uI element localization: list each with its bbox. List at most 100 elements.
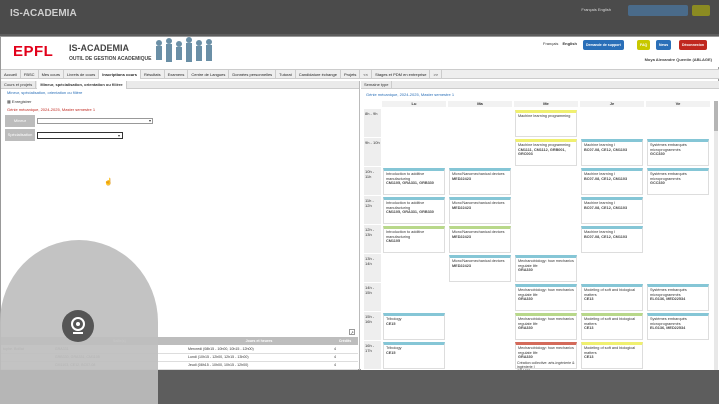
event-title: Mechanobiology: how mechanics regulate l… — [518, 346, 574, 355]
timetable-event[interactable]: Micro/Nanomechanical devices MED22423 — [449, 226, 511, 253]
mouse-cursor: ☝ — [104, 179, 113, 186]
event-rooms: MED22423 — [452, 205, 471, 210]
table-cell: 4 — [332, 353, 358, 362]
timetable-scrollbar[interactable] — [714, 101, 718, 371]
nav-tab[interactable]: Livrets de cours — [64, 70, 100, 79]
timetable-event[interactable]: Micro/Nanomechanical devices MED22423 — [449, 168, 511, 195]
timetable-event[interactable]: Modeling of soft and biological matters C… — [581, 284, 643, 311]
nav-tab[interactable]: Mes cours — [39, 70, 65, 79]
support-button[interactable]: Demande de support — [583, 40, 624, 50]
timetable-event[interactable]: Modeling of soft and biological matters C… — [581, 313, 643, 340]
save-label: Enregistrer — [11, 99, 32, 104]
table-cell: Jeudi (08h15 - 10h00, 10h15 - 12h00) — [186, 361, 333, 370]
nav-tab[interactable]: << — [360, 70, 373, 79]
event-rooms: BC07-08, CE12, CM1103 — [584, 147, 628, 152]
crowd-banner-image — [156, 37, 212, 62]
hour-label: 10h - 11h — [364, 167, 381, 196]
hour-label: 16h - 17h — [364, 341, 381, 370]
event-title: Systèmes embarqués microprogrammés — [650, 288, 687, 297]
expand-icon[interactable]: ↗ — [349, 329, 355, 335]
webcam-icon[interactable] — [62, 310, 94, 342]
logout-label: Déconnexion — [682, 43, 704, 47]
tab-cours-projets[interactable]: Cours et projets — [1, 81, 37, 89]
event-title: Introduction to additive manufacturing — [386, 172, 425, 181]
webcam-overlay — [0, 240, 158, 404]
table-cell: 4 — [332, 345, 358, 354]
nav-tab[interactable]: Tutorat — [276, 70, 296, 79]
timetable-event[interactable]: Introduction to additive manufacturing CM… — [383, 226, 445, 253]
day-header: Me — [514, 101, 578, 107]
epfl-logo[interactable]: EPFL — [13, 43, 53, 60]
timetable-event[interactable]: Modeling of soft and biological matters C… — [581, 342, 643, 369]
timetable-event[interactable]: Micro/Nanomechanical devices MED22423 — [449, 197, 511, 224]
nav-tab[interactable]: Résultats — [141, 70, 165, 79]
left-program: Génie mécanique, 2024-2025, Master semes… — [7, 107, 96, 112]
nav-tab[interactable]: Inscriptions cours — [99, 70, 141, 79]
mineur-select[interactable]: ▾ — [37, 118, 153, 124]
timetable-event[interactable]: Introduction to additive manufacturing CM… — [383, 197, 445, 224]
mineur-row: Mineur ▾ — [5, 115, 155, 127]
logout-button[interactable]: Déconnexion — [679, 40, 707, 50]
faq-button[interactable]: FAQ — [637, 40, 651, 50]
timetable-event[interactable]: Systèmes embarqués microprogrammés GCC330 — [647, 168, 709, 195]
background-faq-button — [692, 5, 710, 16]
nav-tab[interactable]: Candidature échange — [296, 70, 341, 79]
timetable-event[interactable]: Machine learning I BC07-08, CE12, CM1103 — [581, 139, 643, 166]
nav-tab[interactable]: Données personnelles — [229, 70, 277, 79]
news-button[interactable]: News — [656, 40, 672, 50]
save-link[interactable]: ▦ Enregistrer — [1, 96, 359, 107]
nav-tab[interactable]: FBSC — [21, 70, 39, 79]
nav-tab[interactable]: Projets — [341, 70, 361, 79]
nav-tab[interactable]: Accueil — [1, 70, 21, 79]
timetable-event[interactable]: Systèmes embarqués microprogrammés ELG136… — [647, 284, 709, 311]
event-rooms: CM1105, GRA331, GRB330 — [386, 210, 434, 215]
timetable-event[interactable]: Introduction to additive manufacturing CM… — [383, 168, 445, 195]
event-title: Mechanobiology: how mechanics regulate l… — [518, 288, 574, 297]
timetable-event[interactable]: Tribology CE15 — [383, 313, 445, 340]
lang-fr[interactable]: Français — [543, 41, 558, 46]
nav-tab[interactable]: Stages et PDM en entreprise — [372, 70, 431, 79]
scrollbar-thumb[interactable] — [714, 101, 718, 131]
event-rooms: MED22423 — [452, 263, 471, 268]
timetable-event[interactable]: Machine learning I BC07-08, CE12, CM1103 — [581, 197, 643, 224]
specialisation-label: Spécialisation — [5, 129, 35, 141]
event-title: Systèmes embarqués microprogrammés — [650, 172, 687, 181]
timetable-event[interactable]: Mechanobiology: how mechanics regulate l… — [515, 255, 577, 282]
timetable-event[interactable]: Tribology CE15 — [383, 342, 445, 369]
chevron-down-icon: ▾ — [117, 133, 120, 138]
event-rooms: ELG136, MED22534 — [650, 326, 686, 331]
day-header: Je — [580, 101, 644, 107]
event-title: Modeling of soft and biological matters — [584, 288, 636, 297]
event-title: Mechanobiology: how mechanics regulate l… — [518, 317, 574, 326]
timetable-event[interactable]: Micro/Nanomechanical devices MED22423 — [449, 255, 511, 282]
event-rooms: GRA330 — [518, 355, 533, 360]
event-rooms: BC07-08, CE12, CM1103 — [584, 176, 628, 181]
timetable-event[interactable]: Machine learning I BC07-08, CE12, CM1103 — [581, 226, 643, 253]
hour-label: 12h - 13h — [364, 225, 381, 254]
timetable-event[interactable]: Systèmes embarqués microprogrammés ELG136… — [647, 313, 709, 340]
lang-en[interactable]: English — [562, 41, 576, 46]
news-label: News — [659, 43, 669, 47]
event-title: Introduction to additive manufacturing — [386, 230, 425, 239]
nav-tab[interactable]: Centre de Langues — [188, 70, 230, 79]
timetable-event[interactable]: Mechanobiology: how mechanics regulate l… — [515, 313, 577, 340]
table-cell: 4 — [332, 361, 358, 370]
tab-mineur-specialisation[interactable]: Mineur, spécialisation, orientation ou f… — [37, 81, 127, 89]
table-header-cell: Jours et heures — [186, 337, 333, 345]
event-rooms: MED22423 — [452, 234, 471, 239]
table-cell: Mercredi (08h15 - 10h00, 10h15 - 12h00) — [186, 345, 333, 354]
nav-tab[interactable]: >> — [430, 70, 443, 79]
nav-tab[interactable]: Examens — [165, 70, 189, 79]
hour-label: 9h - 10h — [364, 138, 381, 167]
specialisation-select[interactable]: ▾ — [37, 132, 123, 139]
timetable-event[interactable]: Machine learning I BC07-08, CE12, CM1103 — [581, 168, 643, 195]
timetable-event[interactable]: Machine learning programming CM1111, CM11… — [515, 139, 577, 166]
timetable-event[interactable]: Machine learning programming — [515, 110, 577, 137]
event-rooms: CM1105, GRA331, GRB330 — [386, 181, 434, 186]
support-label: Demande de support — [586, 43, 621, 47]
chevron-down-icon: ▾ — [148, 118, 151, 123]
timetable-event[interactable]: Systèmes embarqués microprogrammés GCC330 — [647, 139, 709, 166]
tab-semaine-type[interactable]: Semaine type — [361, 81, 393, 89]
timetable-event[interactable]: Mechanobiology: how mechanics regulate l… — [515, 284, 577, 311]
day-header: Ma — [448, 101, 512, 107]
